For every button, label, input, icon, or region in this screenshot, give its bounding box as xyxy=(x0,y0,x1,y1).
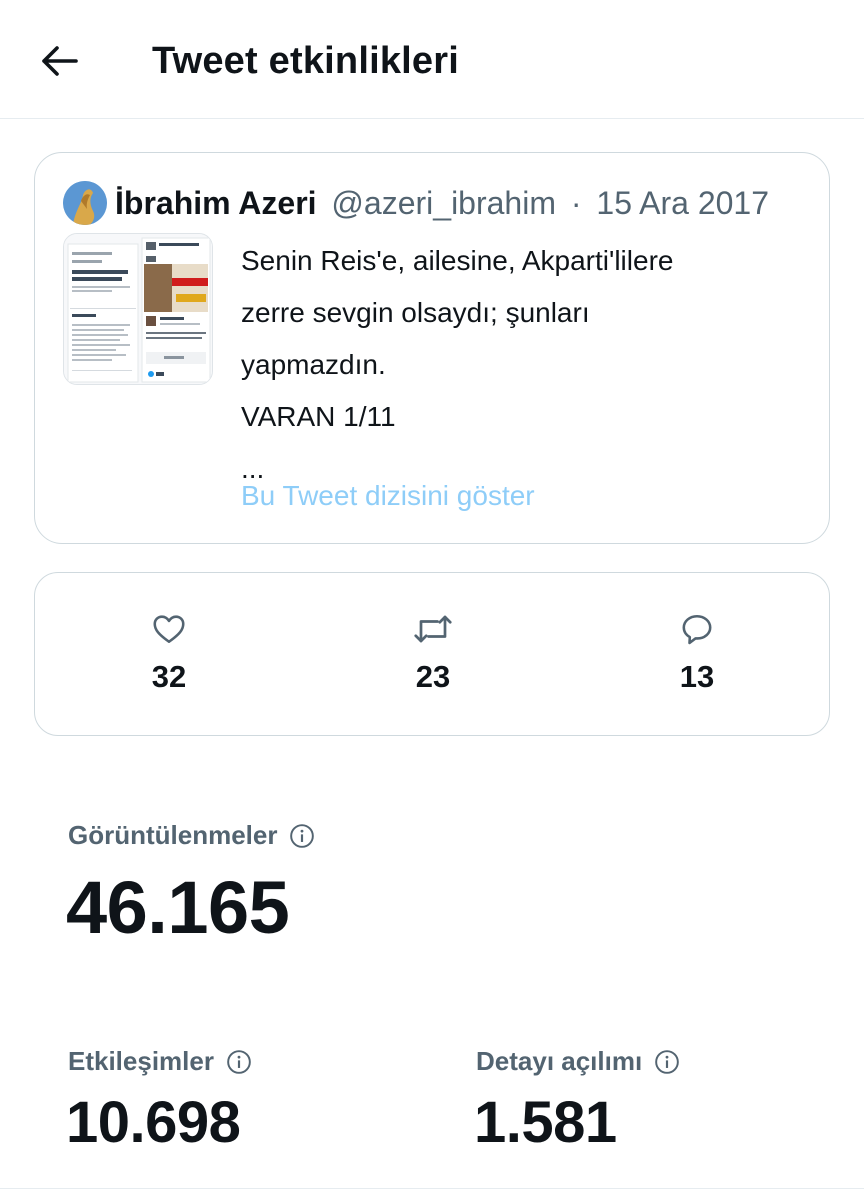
author-handle[interactable]: @azeri_ibrahim xyxy=(331,185,556,221)
engagements-metric-label: Etkileşimler xyxy=(68,1046,252,1077)
page-title: Tweet etkinlikleri xyxy=(152,40,460,82)
replies-count: 13 xyxy=(679,659,715,694)
engagements-value: 10.698 xyxy=(66,1090,241,1155)
engagement-summary-card: 32 23 13 xyxy=(34,572,830,736)
tweet-text-line: Senin Reis'e, ailesine, Akparti'lilere xyxy=(241,245,674,276)
likes-stat: 32 xyxy=(109,609,229,695)
tweet-text-line: zerre sevgin olsaydı; şunları xyxy=(241,297,590,328)
retweets-stat: 23 xyxy=(373,609,493,695)
impressions-metric-label: Görüntülenmeler xyxy=(68,820,315,851)
retweet-icon xyxy=(414,615,452,643)
top-app-bar: Tweet etkinlikleri xyxy=(0,0,864,119)
info-icon[interactable] xyxy=(289,823,315,849)
quoted-tweet-card[interactable]: İbrahim Azeri @azeri_ibrahim · 15 Ara 20… xyxy=(34,152,830,544)
info-icon[interactable] xyxy=(654,1049,680,1075)
separator-dot: · xyxy=(570,185,582,221)
detail-expands-metric-label: Detayı açılımı xyxy=(476,1046,680,1077)
divider xyxy=(0,1188,864,1201)
replies-stat: 13 xyxy=(637,609,757,695)
show-thread-link[interactable]: Bu Tweet dizisini göster xyxy=(241,473,535,519)
avatar[interactable] xyxy=(63,181,107,225)
back-button[interactable] xyxy=(36,38,82,84)
retweets-count: 23 xyxy=(415,659,451,694)
reply-icon xyxy=(682,614,712,645)
tweet-author-line: İbrahim Azeri @azeri_ibrahim · 15 Ara 20… xyxy=(115,181,769,225)
impressions-label: Görüntülenmeler xyxy=(68,820,278,850)
tweet-media-thumbnail[interactable] xyxy=(63,233,213,385)
likes-count: 32 xyxy=(151,659,187,694)
tweet-text: Senin Reis'e, ailesine, Akparti'lilere z… xyxy=(241,235,801,495)
tweet-text-line: VARAN 1/11 xyxy=(241,401,396,432)
tweet-text-line: yapmazdın. xyxy=(241,349,386,380)
arrow-left-icon xyxy=(42,46,78,76)
detail-expands-value: 1.581 xyxy=(474,1090,617,1155)
author-name[interactable]: İbrahim Azeri xyxy=(115,185,317,221)
tweet-date: 15 Ara 2017 xyxy=(596,185,770,221)
engagements-label: Etkileşimler xyxy=(68,1046,214,1076)
impressions-value: 46.165 xyxy=(66,866,290,949)
info-icon[interactable] xyxy=(226,1049,252,1075)
detail-expands-label: Detayı açılımı xyxy=(476,1046,643,1076)
heart-icon xyxy=(153,615,185,644)
